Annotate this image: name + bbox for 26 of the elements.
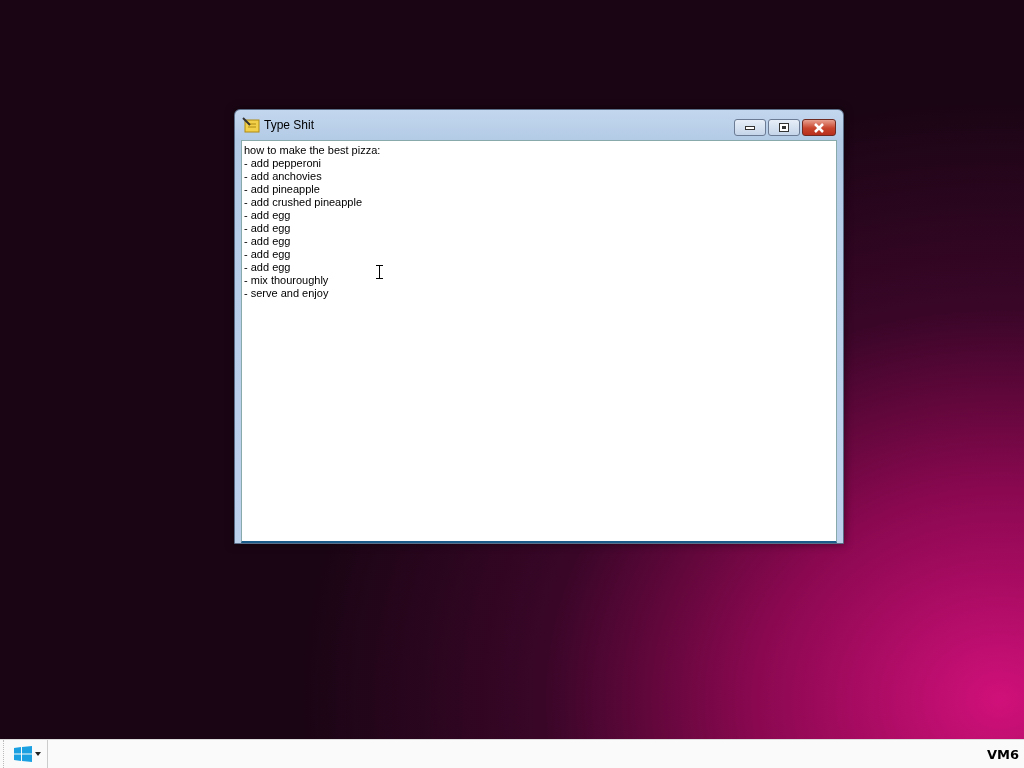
text-line: - add egg xyxy=(244,235,291,248)
text-line: - add anchovies xyxy=(244,170,322,183)
text-line: - add pineapple xyxy=(244,183,320,196)
notepad-icon xyxy=(242,117,260,133)
window-title: Type Shit xyxy=(264,118,315,132)
machine-label: VM6 xyxy=(986,746,1019,762)
maximize-icon xyxy=(779,123,789,132)
minimize-button[interactable] xyxy=(734,119,766,136)
close-button[interactable] xyxy=(802,119,836,136)
text-cursor-icon xyxy=(376,265,383,279)
start-button[interactable] xyxy=(3,740,48,768)
maximize-button[interactable] xyxy=(768,119,800,136)
text-line: - add egg xyxy=(244,248,291,261)
caret-icon xyxy=(35,752,41,756)
windows-logo-icon xyxy=(14,746,32,762)
text-line: - add crushed pineapple xyxy=(244,196,363,209)
text-line: how to make the best pizza: xyxy=(244,144,381,157)
minimize-icon xyxy=(745,125,755,130)
text-line: - add egg xyxy=(244,222,291,235)
text-area[interactable]: how to make the best pizza: - add pepperoni - add anchovies - add pineapple - add crushed pineapple - add egg - add egg - add egg - add egg - add egg - mix thouroughly - serve and enjoy xyxy=(241,140,837,543)
text-line: - add egg xyxy=(244,261,291,274)
text-line: - add pepperoni xyxy=(244,157,322,170)
text-line: - mix thouroughly xyxy=(244,274,329,287)
text-line: - add egg xyxy=(244,209,291,222)
close-icon xyxy=(813,122,825,133)
text-line: - serve and enjoy xyxy=(244,287,329,300)
